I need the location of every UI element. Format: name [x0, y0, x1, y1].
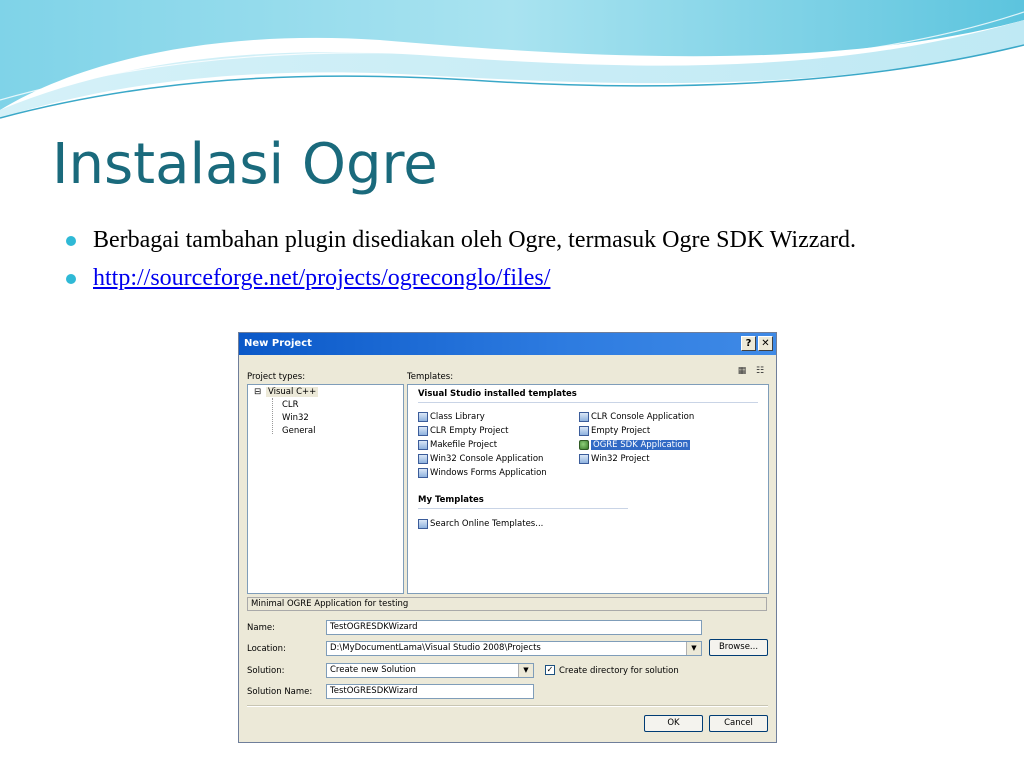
template-win32-project[interactable]: Win32 Project	[579, 453, 650, 465]
location-combobox[interactable]: D:\MyDocumentLama\Visual Studio 2008\Pro…	[326, 641, 702, 656]
templates-label: Templates:	[407, 372, 454, 382]
tree-connector	[272, 398, 274, 434]
bullet-item: Berbagai tambahan plugin disediakan oleh…	[66, 224, 966, 256]
template-icon	[418, 440, 428, 450]
tree-expander-icon[interactable]: ⊟	[254, 387, 261, 397]
dialog-title: New Project	[244, 338, 312, 349]
solution-name-input[interactable]: TestOGRESDKWizard	[326, 684, 534, 699]
tree-item-visual-cpp[interactable]: Visual C++	[266, 387, 319, 397]
location-label: Location:	[247, 644, 286, 654]
template-empty-project[interactable]: Empty Project	[579, 425, 650, 437]
template-label: Class Library	[430, 412, 485, 422]
template-icon	[418, 426, 428, 436]
group-divider	[418, 402, 758, 403]
ok-button[interactable]: OK	[644, 715, 703, 732]
location-value: D:\MyDocumentLama\Visual Studio 2008\Pro…	[330, 643, 541, 653]
help-button[interactable]: ?	[741, 336, 756, 351]
template-label: Makefile Project	[430, 440, 498, 450]
cancel-button[interactable]: Cancel	[709, 715, 768, 732]
my-templates-header: My Templates	[418, 495, 484, 505]
name-label: Name:	[247, 623, 275, 633]
template-search-online[interactable]: Search Online Templates...	[418, 518, 543, 530]
small-icons-view-icon[interactable]: ☷	[753, 364, 767, 378]
template-label: Empty Project	[591, 426, 651, 436]
search-online-icon	[418, 519, 428, 529]
bullet-dot-icon	[66, 274, 76, 284]
template-icon	[579, 454, 589, 464]
slide-title: Instalasi Ogre	[52, 132, 438, 197]
installed-templates-header: Visual Studio installed templates	[418, 389, 577, 399]
header-wave-decoration	[0, 0, 1024, 119]
project-types-tree[interactable]: ⊟ Visual C++ CLR Win32 General	[247, 384, 404, 594]
ogre-icon	[579, 440, 589, 450]
template-icon	[418, 454, 428, 464]
template-label: Win32 Project	[591, 454, 650, 464]
tree-item-win32[interactable]: Win32	[282, 413, 309, 423]
template-icon	[579, 412, 589, 422]
solution-name-label: Solution Name:	[247, 687, 313, 697]
bullet-item: http://sourceforge.net/projects/ogrecong…	[66, 262, 966, 294]
solution-combobox[interactable]: Create new Solution ▼	[326, 663, 534, 678]
bullet-text: Berbagai tambahan plugin disediakan oleh…	[93, 227, 857, 253]
browse-button[interactable]: Browse...	[709, 639, 768, 656]
sourceforge-link[interactable]: http://sourceforge.net/projects/ogrecong…	[93, 265, 550, 291]
template-win32-console-application[interactable]: Win32 Console Application	[418, 453, 543, 465]
template-label: Win32 Console Application	[430, 454, 544, 464]
template-label: CLR Console Application	[591, 412, 695, 422]
close-button[interactable]: ✕	[758, 336, 773, 351]
large-icons-view-icon[interactable]: ▦	[735, 364, 749, 378]
chevron-down-icon[interactable]: ▼	[686, 642, 701, 655]
create-directory-checkbox[interactable]: ✓	[545, 665, 555, 675]
template-label-selected: OGRE SDK Application	[591, 440, 690, 450]
template-label: Windows Forms Application	[430, 468, 547, 478]
template-icon	[579, 426, 589, 436]
dialog-separator	[247, 705, 768, 707]
template-label: Search Online Templates...	[430, 519, 544, 529]
solution-value: Create new Solution	[330, 665, 416, 675]
bullet-dot-icon	[66, 236, 76, 246]
project-types-label: Project types:	[247, 372, 306, 382]
bullet-list: Berbagai tambahan plugin disediakan oleh…	[66, 224, 966, 294]
tree-item-clr[interactable]: CLR	[282, 400, 299, 410]
templates-list[interactable]: Visual Studio installed templates Class …	[407, 384, 769, 594]
tree-item-general[interactable]: General	[282, 426, 316, 436]
create-directory-label: Create directory for solution	[559, 666, 679, 676]
chevron-down-icon[interactable]: ▼	[518, 664, 533, 677]
template-ogre-sdk-application[interactable]: OGRE SDK Application	[579, 439, 690, 451]
template-icon	[418, 468, 428, 478]
solution-label: Solution:	[247, 666, 285, 676]
new-project-dialog: New Project ? ✕ Project types: Templates…	[238, 332, 777, 743]
template-clr-empty-project[interactable]: CLR Empty Project	[418, 425, 508, 437]
template-clr-console-application[interactable]: CLR Console Application	[579, 411, 694, 423]
name-input[interactable]: TestOGRESDKWizard	[326, 620, 702, 635]
template-windows-forms-application[interactable]: Windows Forms Application	[418, 467, 547, 479]
template-description: Minimal OGRE Application for testing	[247, 597, 767, 611]
template-makefile-project[interactable]: Makefile Project	[418, 439, 497, 451]
template-class-library[interactable]: Class Library	[418, 411, 485, 423]
template-label: CLR Empty Project	[430, 426, 509, 436]
dialog-titlebar: New Project ? ✕	[239, 333, 776, 355]
group-divider	[418, 508, 628, 509]
template-icon	[418, 412, 428, 422]
